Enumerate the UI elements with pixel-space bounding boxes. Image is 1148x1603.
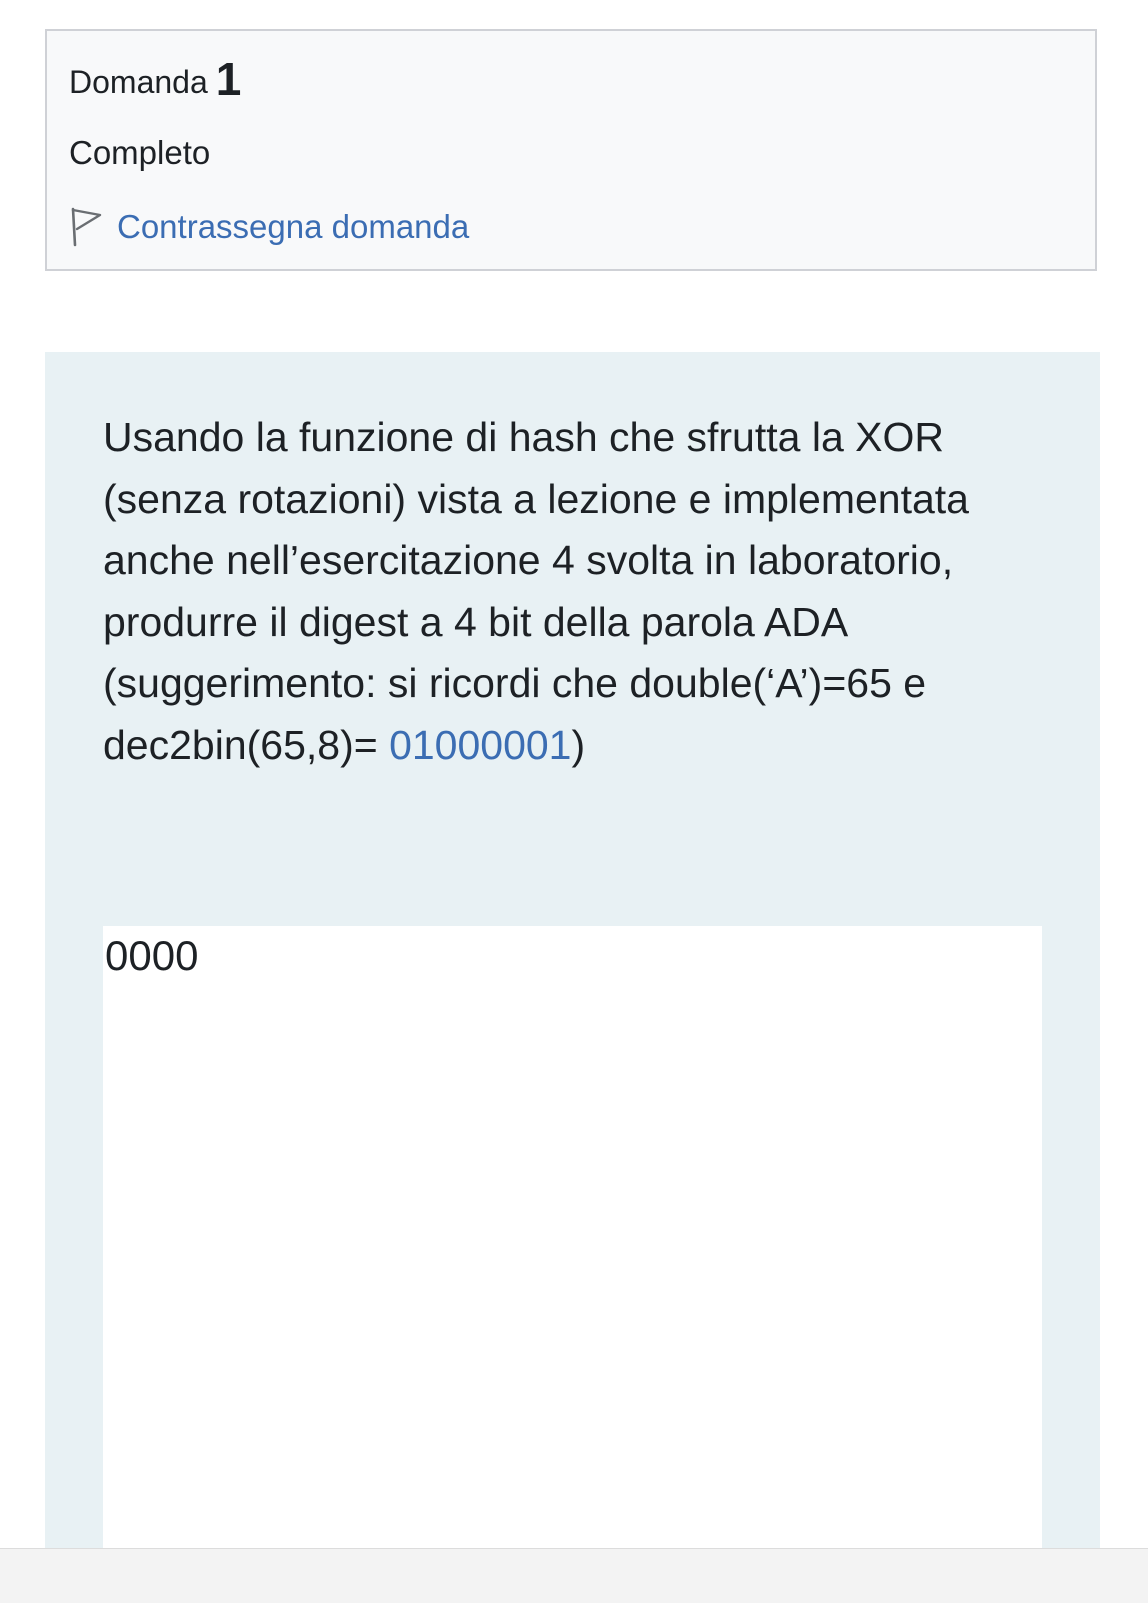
flag-icon — [69, 207, 103, 247]
question-text-highlight: 01000001 — [389, 721, 572, 768]
question-text-end: ) — [571, 721, 586, 768]
question-text: Usando la funzione di hash che sfrutta l… — [103, 407, 1063, 776]
question-content: Usando la funzione di hash che sfrutta l… — [45, 352, 1100, 1566]
question-info-box: Domanda 1 Completo Contrassegna domanda — [45, 29, 1097, 271]
question-state: Completo — [69, 134, 211, 171]
question-number: 1 — [215, 53, 242, 105]
flag-question-label: Contrassegna domanda — [117, 208, 470, 245]
flag-question-link[interactable]: Contrassegna domanda — [69, 205, 469, 249]
quiz-page: Domanda 1 Completo Contrassegna domanda U… — [0, 0, 1148, 1603]
question-title: Domanda 1 — [69, 56, 241, 104]
question-text-main: Usando la funzione di hash che sfrutta l… — [103, 414, 969, 768]
question-label: Domanda — [69, 64, 208, 100]
bottom-bar — [0, 1548, 1148, 1603]
answer-textarea[interactable]: 0000 — [103, 926, 1042, 1566]
